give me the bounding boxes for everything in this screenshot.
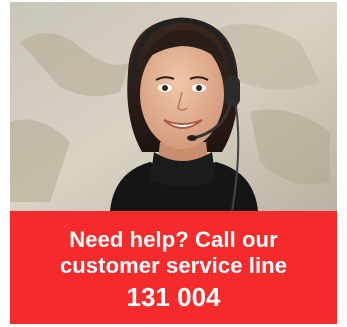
agent-photo bbox=[10, 2, 337, 211]
help-banner[interactable]: Need help? Call our customer service lin… bbox=[10, 2, 337, 324]
cta-line-1: Need help? Call our bbox=[69, 227, 278, 252]
call-to-action-panel[interactable]: Need help? Call our customer service lin… bbox=[10, 211, 337, 324]
phone-number[interactable]: 131 004 bbox=[10, 282, 337, 312]
cta-line-2: customer service line bbox=[59, 253, 288, 278]
